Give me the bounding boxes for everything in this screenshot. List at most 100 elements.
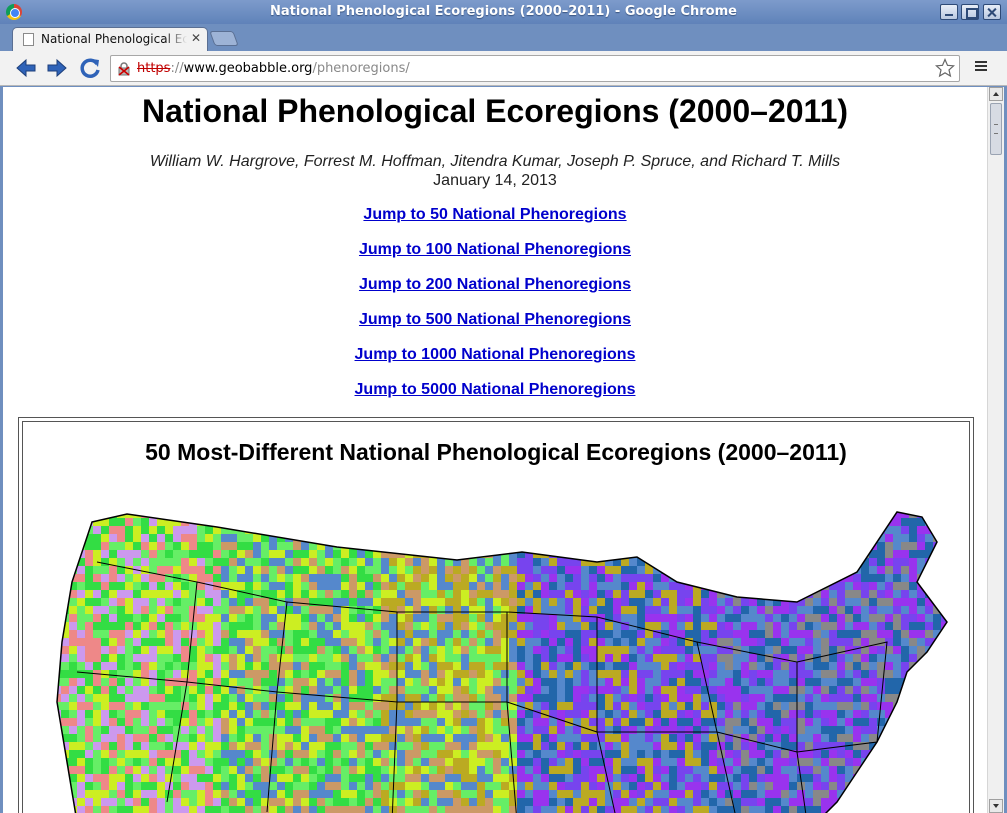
close-window-button[interactable] (983, 4, 1001, 20)
map-cell (901, 766, 909, 774)
map-cell (669, 502, 677, 510)
map-cell (349, 622, 357, 630)
scrollbar-thumb[interactable] (990, 103, 1002, 155)
vertical-scrollbar[interactable] (987, 87, 1004, 813)
map-cell (741, 702, 749, 710)
map-cell (749, 694, 757, 702)
tab-active[interactable]: National Phenological Ecoregions (2000–2… (12, 27, 208, 51)
map-cell (253, 694, 261, 702)
map-cell (45, 638, 53, 646)
map-cell (469, 742, 477, 750)
map-cell (589, 502, 597, 510)
map-cell (781, 758, 789, 766)
map-cell (565, 622, 573, 630)
close-tab-icon[interactable]: ✕ (191, 31, 201, 45)
map-cell (397, 542, 405, 550)
map-cell (805, 614, 813, 622)
map-cell (781, 630, 789, 638)
map-cell (653, 598, 661, 606)
map-cell (621, 512, 629, 518)
map-cell (405, 590, 413, 598)
map-cell (309, 806, 317, 813)
map-cell (389, 750, 397, 758)
map-cell (573, 742, 581, 750)
jump-link-500[interactable]: Jump to 500 National Phenoregions (3, 311, 987, 346)
map-cell (157, 726, 165, 734)
map-cell (133, 574, 141, 582)
map-cell (189, 534, 197, 542)
map-cell (669, 558, 677, 566)
map-cell (669, 766, 677, 774)
map-cell (573, 750, 581, 758)
map-cell (189, 782, 197, 790)
map-cell (133, 550, 141, 558)
map-cell (405, 726, 413, 734)
map-cell (685, 782, 693, 790)
address-bar[interactable]: https://www.geobabble.org/phenoregions/ (110, 55, 960, 82)
map-cell (621, 662, 629, 670)
map-cell (909, 574, 917, 582)
map-cell (893, 742, 901, 750)
map-cell (157, 646, 165, 654)
map-cell (461, 670, 469, 678)
reload-icon[interactable] (78, 56, 102, 80)
map-cell (469, 790, 477, 798)
map-cell (557, 526, 565, 534)
map-cell (677, 654, 685, 662)
map-cell (125, 590, 133, 598)
map-cell (37, 582, 45, 590)
jump-link-100[interactable]: Jump to 100 National Phenoregions (3, 241, 987, 276)
map-cell (789, 526, 797, 534)
map-cell (221, 630, 229, 638)
jump-link-1000[interactable]: Jump to 1000 National Phenoregions (3, 346, 987, 381)
map-cell (661, 694, 669, 702)
jump-link-5000[interactable]: Jump to 5000 National Phenoregions (3, 381, 987, 416)
map-cell (893, 646, 901, 654)
map-cell (637, 590, 645, 598)
map-cell (509, 534, 517, 542)
map-cell (253, 726, 261, 734)
map-cell (661, 598, 669, 606)
map-cell (253, 558, 261, 566)
map-cell (933, 798, 941, 806)
map-cell (917, 598, 925, 606)
map-cell (453, 534, 461, 542)
back-arrow-icon[interactable] (14, 56, 38, 80)
map-cell (325, 598, 333, 606)
map-cell (861, 774, 869, 782)
map-cell (381, 638, 389, 646)
map-cell (197, 638, 205, 646)
map-cell (341, 790, 349, 798)
map-cell (605, 638, 613, 646)
map-cell (197, 750, 205, 758)
map-cell (277, 726, 285, 734)
maximize-button[interactable] (961, 4, 979, 20)
map-cell (885, 798, 893, 806)
map-cell (821, 518, 829, 526)
map-cell (341, 590, 349, 598)
map-cell (901, 726, 909, 734)
bookmark-star-icon[interactable] (935, 58, 955, 78)
scroll-down-arrow-icon[interactable] (989, 799, 1003, 813)
map-cell (477, 512, 485, 518)
map-cell (589, 526, 597, 534)
map-cell (749, 718, 757, 726)
minimize-button[interactable] (940, 4, 958, 20)
map-cell (949, 694, 957, 702)
map-cell (125, 750, 133, 758)
map-cell (237, 670, 245, 678)
map-cell (725, 512, 733, 518)
map-cell (405, 512, 413, 518)
map-cell (525, 542, 533, 550)
map-cell (701, 630, 709, 638)
chrome-menu-icon[interactable] (972, 59, 990, 77)
map-cell (661, 742, 669, 750)
jump-link-200[interactable]: Jump to 200 National Phenoregions (3, 276, 987, 311)
map-cell (141, 766, 149, 774)
map-cell (613, 742, 621, 750)
new-tab-button[interactable] (209, 31, 239, 46)
forward-arrow-icon[interactable] (45, 56, 69, 80)
jump-link-50[interactable]: Jump to 50 National Phenoregions (3, 206, 987, 241)
scroll-up-arrow-icon[interactable] (989, 87, 1003, 101)
map-cell (869, 734, 877, 742)
